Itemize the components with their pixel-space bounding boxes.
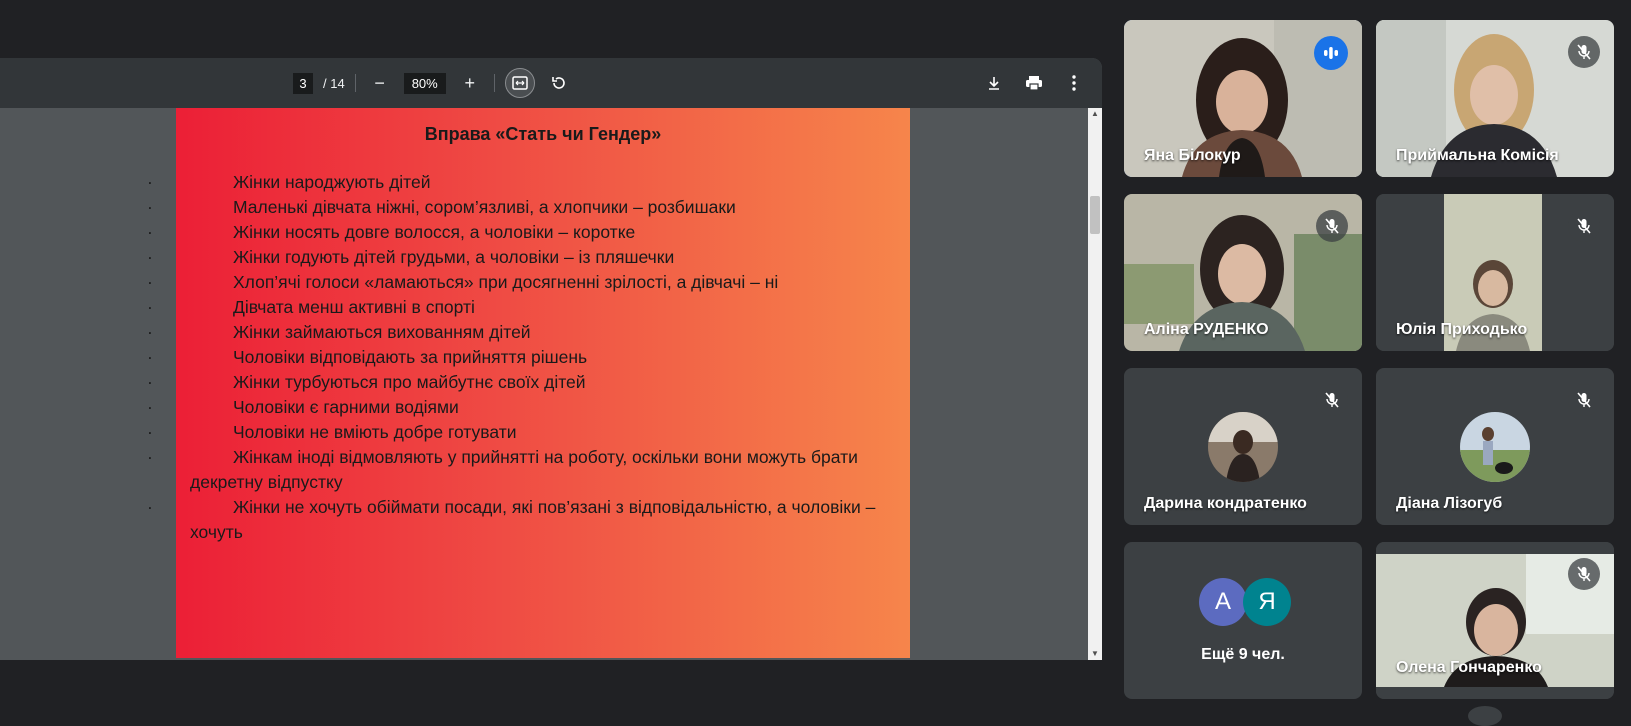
list-item: Жінки годують дітей грудьми, а чоловіки … bbox=[147, 245, 890, 270]
participant-tile[interactable]: Олена Гончаренко bbox=[1376, 542, 1614, 699]
participant-name: Аліна РУДЕНКО bbox=[1144, 321, 1269, 338]
download-icon bbox=[989, 77, 999, 90]
mic-off-icon bbox=[1568, 210, 1600, 242]
zoom-out-button[interactable]: − bbox=[366, 69, 394, 97]
participant-tile[interactable]: Приймальна Комісія bbox=[1376, 20, 1614, 177]
more-options-button[interactable] bbox=[1060, 69, 1088, 97]
print-button[interactable] bbox=[1020, 69, 1048, 97]
mic-off-icon bbox=[1316, 210, 1348, 242]
avatar: Я bbox=[1243, 578, 1291, 626]
more-participants-avatars: А Я bbox=[1199, 578, 1299, 628]
list-item: Чоловіки є гарними водіями bbox=[147, 395, 890, 420]
list-item: Жінки турбуються про майбутнє своїх діте… bbox=[147, 370, 890, 395]
list-item: Дівчата менш активні в спорті bbox=[147, 295, 890, 320]
pdf-viewer: 3 / 14 − 80% + Вправа «Стать чи Гендер» … bbox=[0, 58, 1102, 660]
pdf-page-controls: 3 / 14 − 80% + bbox=[293, 58, 573, 108]
list-item: Жінки носять довге волосся, а чоловіки –… bbox=[147, 220, 890, 245]
scroll-down-icon[interactable]: ▼ bbox=[1088, 648, 1102, 660]
pdf-scrollbar[interactable]: ▲ ▼ bbox=[1088, 108, 1102, 660]
participant-tile[interactable]: Юлія Приходько bbox=[1376, 194, 1614, 351]
participant-name: Олена Гончаренко bbox=[1396, 659, 1542, 676]
list-item: Маленькі дівчата ніжні, сором’язливі, а … bbox=[147, 195, 890, 220]
list-item: Хлоп’ячі голоси «ламаються» при досягнен… bbox=[147, 270, 890, 295]
avatar: А bbox=[1199, 578, 1247, 626]
participant-name: Приймальна Комісія bbox=[1396, 147, 1559, 164]
scrollbar-thumb[interactable] bbox=[1090, 196, 1100, 234]
rotate-icon bbox=[551, 77, 565, 89]
print-icon bbox=[1026, 76, 1042, 91]
pdf-actions bbox=[980, 58, 1088, 108]
list-item: Чоловіки не вміють добре готувати bbox=[147, 420, 890, 445]
avatar bbox=[1460, 412, 1530, 482]
download-button[interactable] bbox=[980, 69, 1008, 97]
mic-off-icon bbox=[1568, 384, 1600, 416]
participant-tile[interactable]: Аліна РУДЕНКО bbox=[1124, 194, 1362, 351]
participant-name: Дарина кондратенко bbox=[1144, 495, 1307, 512]
participant-name: Яна Білокур bbox=[1144, 147, 1241, 164]
mic-off-icon bbox=[1568, 558, 1600, 590]
controls-peek-icon bbox=[1468, 706, 1502, 726]
slide-title: Вправа «Стать чи Гендер» bbox=[424, 124, 662, 144]
participant-tile[interactable]: Дарина кондратенко bbox=[1124, 368, 1362, 525]
toolbar-divider bbox=[493, 74, 495, 92]
page-number-input[interactable]: 3 bbox=[293, 72, 313, 94]
fit-page-icon bbox=[511, 76, 528, 90]
more-participants-label: Ещё 9 чел. bbox=[1201, 646, 1285, 663]
avatar bbox=[1208, 412, 1278, 482]
slide-bullet-list: Жінки народжують дітей Маленькі дівчата … bbox=[147, 170, 890, 545]
list-item: Жінки народжують дітей bbox=[147, 170, 890, 195]
list-item: Чоловіки відповідають за прийняття рішен… bbox=[147, 345, 890, 370]
mic-off-icon bbox=[1316, 384, 1348, 416]
zoom-in-button[interactable]: + bbox=[456, 69, 484, 97]
more-vert-icon bbox=[1072, 75, 1076, 91]
mic-off-icon bbox=[1568, 36, 1600, 68]
speaking-indicator-icon bbox=[1314, 36, 1348, 70]
zoom-level-input[interactable]: 80% bbox=[403, 72, 446, 94]
pdf-page: Вправа «Стать чи Гендер» Жінки народжуют… bbox=[147, 108, 910, 658]
list-item: Жінки займаються вихованням дітей bbox=[147, 320, 890, 345]
pdf-toolbar: 3 / 14 − 80% + bbox=[0, 58, 1102, 108]
participant-name: Діана Лізогуб bbox=[1396, 495, 1503, 512]
rotate-button[interactable] bbox=[545, 69, 573, 97]
participant-name: Юлія Приходько bbox=[1396, 321, 1528, 338]
list-item: Жінкам іноді відмовляють у прийнятті на … bbox=[147, 445, 890, 495]
list-item: Жінки не хочуть обіймати посади, які пов… bbox=[147, 495, 890, 545]
page-total: / 14 bbox=[323, 75, 345, 91]
toolbar-divider bbox=[354, 74, 356, 92]
participant-tile[interactable]: Діана Лізогуб bbox=[1376, 368, 1614, 525]
more-participants-tile[interactable]: А Я Ещё 9 чел. bbox=[1124, 542, 1362, 699]
fit-to-page-button[interactable] bbox=[504, 68, 535, 98]
participant-tile[interactable]: Яна Білокур bbox=[1124, 20, 1362, 177]
scroll-up-icon[interactable]: ▲ bbox=[1088, 108, 1102, 120]
